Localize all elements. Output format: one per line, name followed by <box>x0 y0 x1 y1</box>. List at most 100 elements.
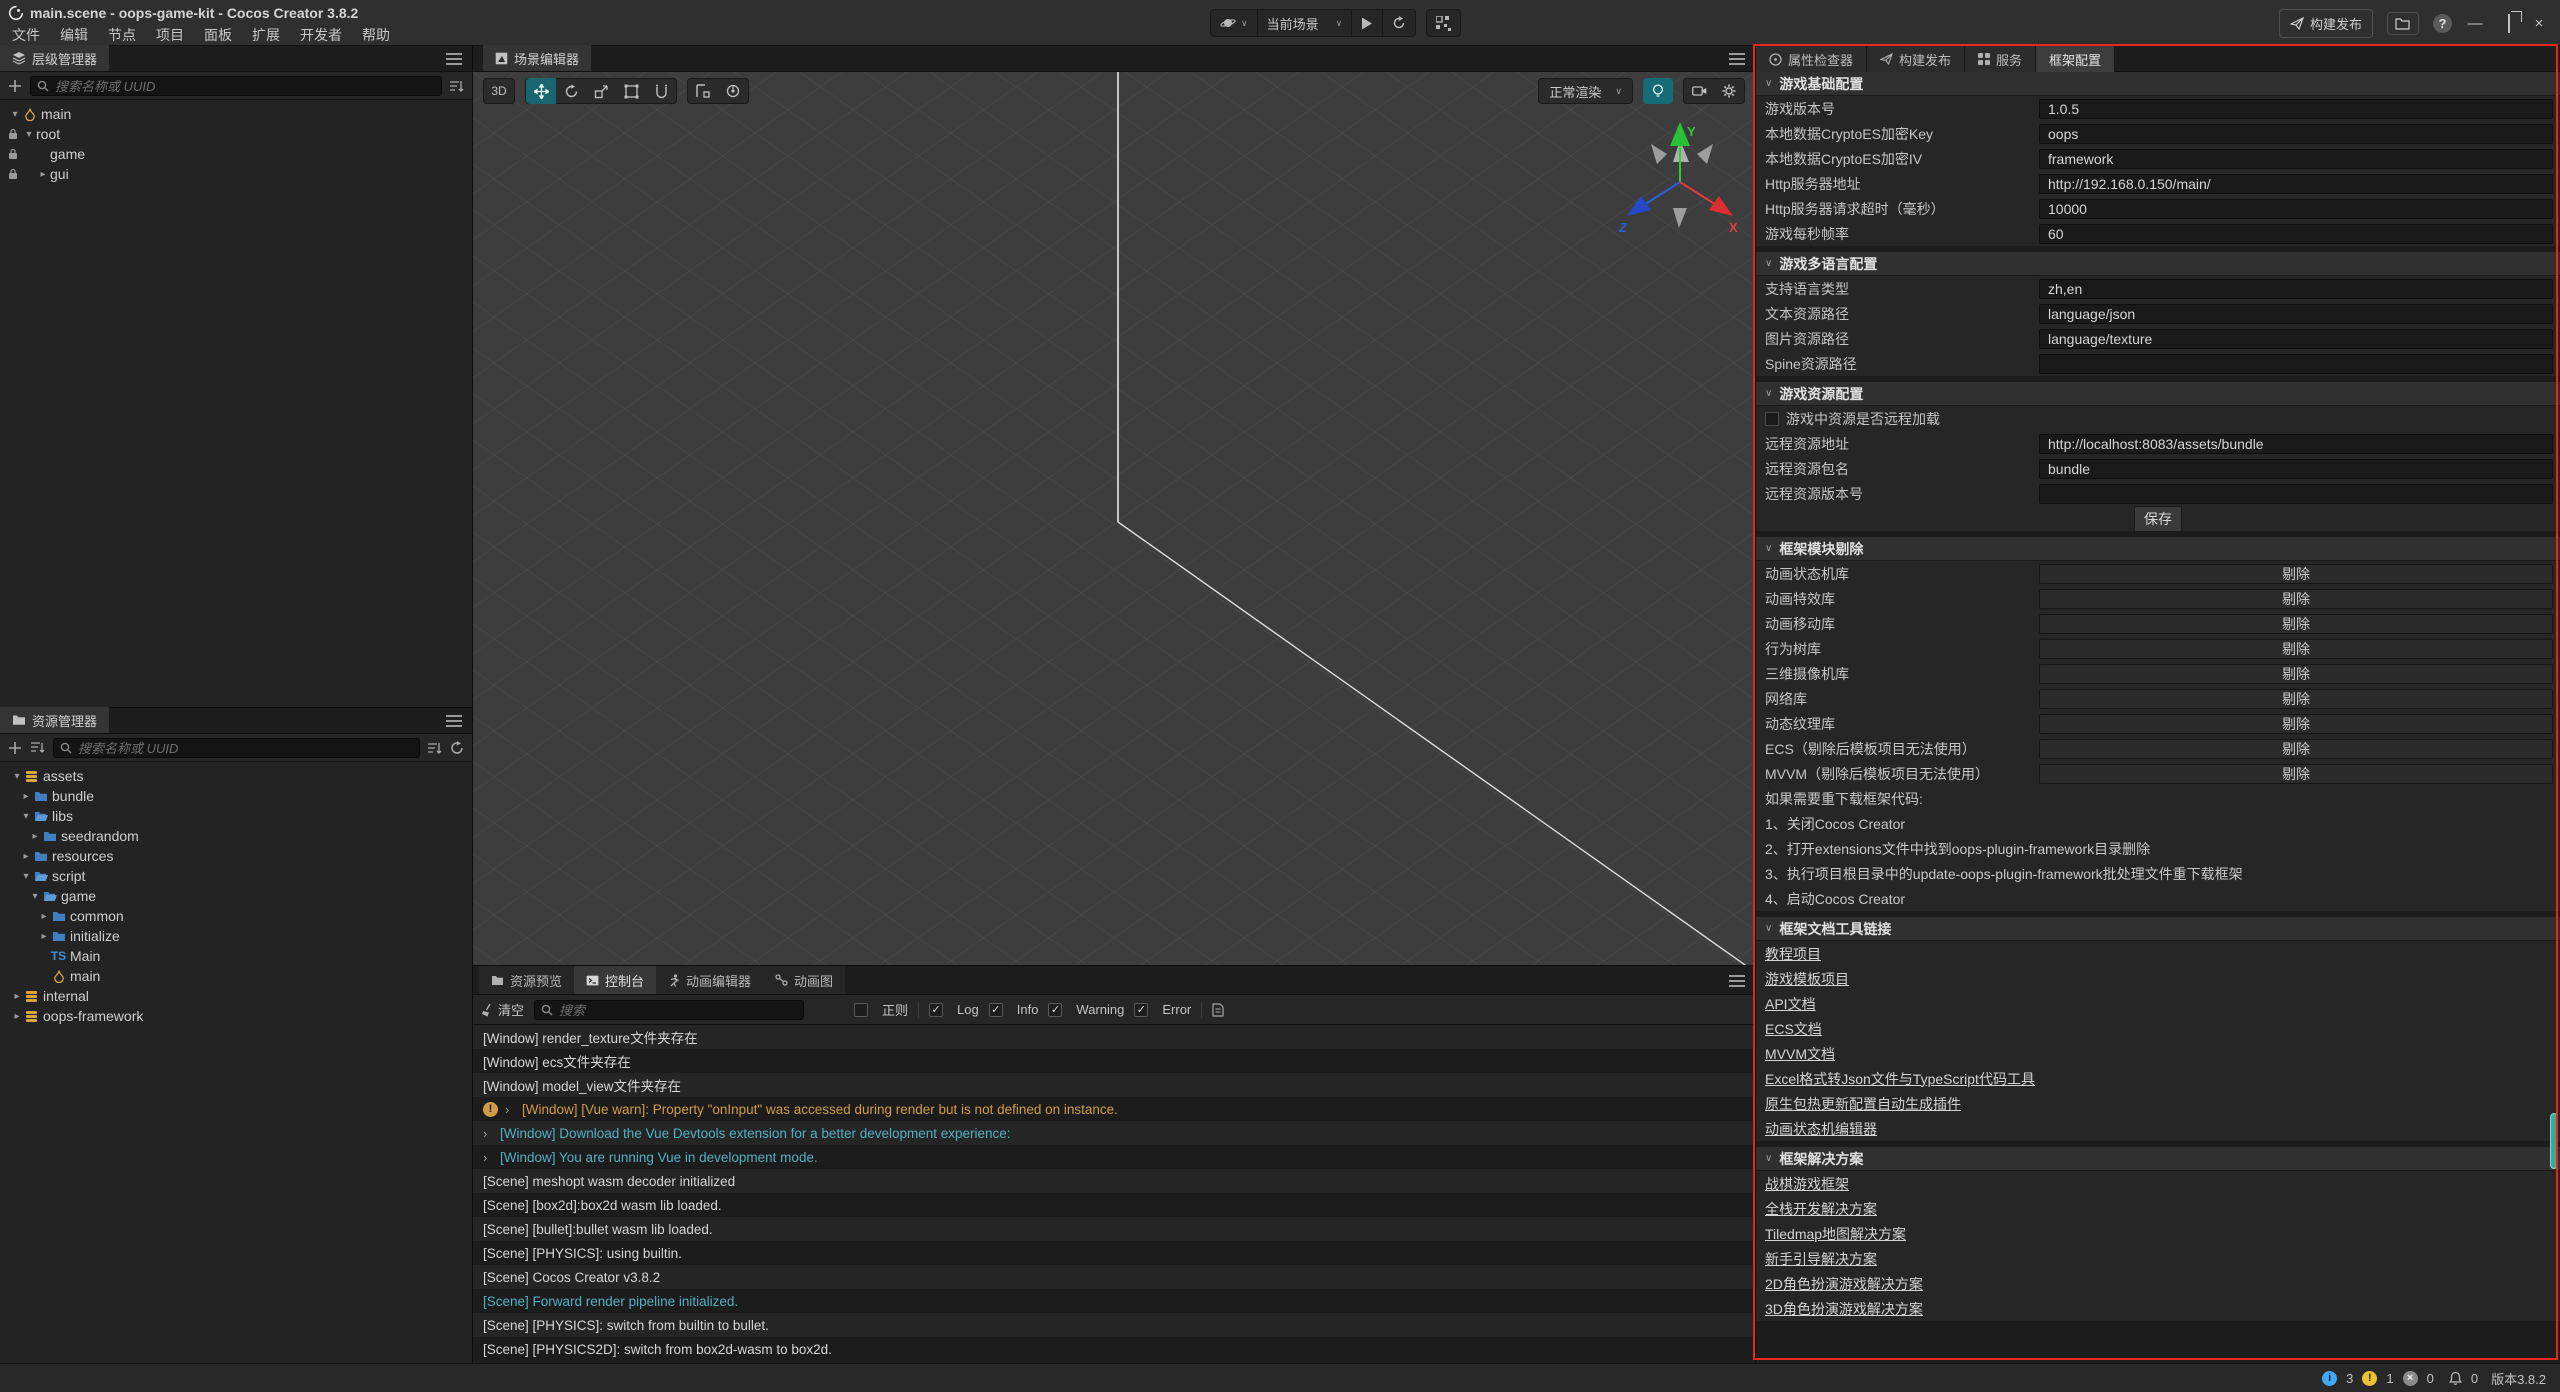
link-tiledmap-solution[interactable]: Tiledmap地图解决方案 <box>1765 1224 1906 1244</box>
asset-node-bundle[interactable]: ▸ bundle <box>0 786 472 806</box>
log-row[interactable]: [Scene] Cocos Creator v3.8.2 <box>473 1265 1755 1289</box>
tab-console[interactable]: 控制台 <box>574 966 656 994</box>
sort-icon[interactable] <box>30 741 45 754</box>
link-2d-rpg-solution[interactable]: 2D角色扮演游戏解决方案 <box>1765 1274 1923 1294</box>
section-header[interactable]: ∨ 游戏资源配置 <box>1756 382 2560 406</box>
assets-menu-icon[interactable] <box>446 715 462 727</box>
trim-dynamic-texture-button[interactable]: 剔除 <box>2039 714 2553 734</box>
scene-settings-gear-icon[interactable] <box>1714 78 1744 104</box>
section-header[interactable]: ∨ 框架文档工具链接 <box>1756 917 2560 941</box>
trim-move-button[interactable]: 剔除 <box>2039 614 2553 634</box>
expand-arrow-icon[interactable]: ▸ <box>36 169 50 180</box>
filter-error-checkbox[interactable] <box>1134 1003 1148 1017</box>
expand-arrow-icon[interactable]: ▾ <box>28 891 42 902</box>
expand-arrow-icon[interactable]: ▾ <box>19 871 33 882</box>
restore-button[interactable] <box>2498 15 2516 32</box>
languages-input[interactable]: zh,en <box>2039 279 2553 299</box>
filter-log-checkbox[interactable] <box>929 1003 943 1017</box>
render-mode-select[interactable]: 正常渲染 ∨ <box>1538 78 1633 104</box>
hierarchy-menu-icon[interactable] <box>446 53 462 65</box>
refresh-icon[interactable] <box>450 741 464 755</box>
expand-arrow-icon[interactable]: ▸ <box>10 991 24 1002</box>
tab-asset-preview[interactable]: 资源预览 <box>479 966 574 994</box>
trim-mvvm-button[interactable]: 剔除 <box>2039 764 2553 784</box>
log-row[interactable]: [Scene] [box2d]:box2d wasm lib loaded. <box>473 1193 1755 1217</box>
add-node-button[interactable] <box>8 79 22 93</box>
menu-panel[interactable]: 面板 <box>200 25 236 45</box>
ui-transform-tool-button[interactable] <box>646 78 676 104</box>
expand-arrow-icon[interactable]: ▸ <box>19 791 33 802</box>
console-log-list[interactable]: [Window] render_texture文件夹存在 [Window] ec… <box>473 1025 1755 1363</box>
tab-assets[interactable]: 资源管理器 <box>0 707 109 733</box>
scene-viewport[interactable]: 3D <box>473 72 1755 965</box>
menu-extension[interactable]: 扩展 <box>248 25 284 45</box>
remote-bundle-input[interactable]: bundle <box>2039 459 2553 479</box>
text-path-input[interactable]: language/json <box>2039 304 2553 324</box>
link-excel-tool[interactable]: Excel格式转Json文件与TypeScript代码工具 <box>1765 1069 2035 1089</box>
tab-hierarchy[interactable]: 层级管理器 <box>0 45 109 71</box>
spine-path-input[interactable] <box>2039 354 2553 374</box>
log-row-info[interactable]: › [Window] Download the Vue Devtools ext… <box>473 1121 1755 1145</box>
link-guide-solution[interactable]: 新手引导解决方案 <box>1765 1249 1877 1269</box>
asset-node-resources[interactable]: ▸ resources <box>0 846 472 866</box>
scene-selector[interactable]: 当前场景 ∨ <box>1258 10 1353 36</box>
link-template-project[interactable]: 游戏模板项目 <box>1765 969 1849 989</box>
trim-animator-button[interactable]: 剔除 <box>2039 564 2553 584</box>
close-button[interactable]: × <box>2530 15 2548 32</box>
asset-node-main-ts[interactable]: TS Main <box>0 946 472 966</box>
asset-node-libs[interactable]: ▾ libs <box>0 806 472 826</box>
crypto-key-input[interactable]: oops <box>2039 124 2553 144</box>
remote-version-input[interactable] <box>2039 484 2553 504</box>
snap-corner-button[interactable] <box>688 78 718 104</box>
build-publish-button[interactable]: 构建发布 <box>2279 9 2373 38</box>
texture-path-input[interactable]: language/texture <box>2039 329 2553 349</box>
info-badge-icon[interactable]: i <box>2322 1371 2337 1386</box>
minimize-button[interactable]: — <box>2466 15 2484 32</box>
asset-node-assets[interactable]: ▾ assets <box>0 766 472 786</box>
link-animator-editor[interactable]: 动画状态机编辑器 <box>1765 1119 1877 1139</box>
menu-help[interactable]: 帮助 <box>358 25 394 45</box>
tab-animation-graph[interactable]: 动画图 <box>763 966 845 994</box>
tab-animation-editor[interactable]: 动画编辑器 <box>656 966 763 994</box>
log-row[interactable]: [Window] model_view文件夹存在 <box>473 1073 1755 1097</box>
link-mvvm-docs[interactable]: MVVM文档 <box>1765 1044 1835 1064</box>
reload-button[interactable] <box>1383 10 1415 36</box>
expand-arrow-icon[interactable]: ▸ <box>19 851 33 862</box>
hierarchy-search-input[interactable]: 搜索名称或 UUID <box>30 76 442 96</box>
expand-log-icon[interactable]: › <box>483 1150 493 1165</box>
inspector-scrollbar-thumb[interactable] <box>2550 1113 2558 1169</box>
expand-arrow-icon[interactable]: ▸ <box>37 911 51 922</box>
expand-arrow-icon[interactable]: ▸ <box>28 831 42 842</box>
asset-node-script[interactable]: ▾ script <box>0 866 472 886</box>
remote-load-checkbox[interactable] <box>1765 412 1779 426</box>
scene-camera-icon[interactable] <box>1684 78 1714 104</box>
link-api-docs[interactable]: API文档 <box>1765 994 1816 1014</box>
qr-preview-button[interactable] <box>1427 10 1460 36</box>
rotate-tool-button[interactable] <box>556 78 586 104</box>
link-ecs-docs[interactable]: ECS文档 <box>1765 1019 1822 1039</box>
trim-camera-button[interactable]: 剔除 <box>2039 664 2553 684</box>
open-project-folder-button[interactable] <box>2387 12 2419 35</box>
link-3d-rpg-solution[interactable]: 3D角色扮演游戏解决方案 <box>1765 1299 1923 1319</box>
link-hotupdate-plugin[interactable]: 原生包热更新配置自动生成插件 <box>1765 1094 1961 1114</box>
asset-node-seedrandom[interactable]: ▸ seedrandom <box>0 826 472 846</box>
menu-file[interactable]: 文件 <box>8 25 44 45</box>
menu-node[interactable]: 节点 <box>104 25 140 45</box>
warning-badge-icon[interactable]: ! <box>2362 1371 2377 1386</box>
hierarchy-node-root[interactable]: ▾ root <box>0 124 472 144</box>
tab-scene-editor[interactable]: 场景编辑器 <box>483 45 591 71</box>
hierarchy-node-main[interactable]: ▾ main <box>0 104 472 124</box>
log-row-info[interactable]: › [Window] You are running Vue in develo… <box>473 1145 1755 1169</box>
orientation-gizmo[interactable]: Y Z X <box>1617 110 1747 240</box>
asset-node-main-scene[interactable]: main <box>0 966 472 986</box>
assets-search-input[interactable]: 搜索名称或 UUID <box>53 738 420 758</box>
tab-property-inspector[interactable]: 属性检查器 <box>1756 46 1867 72</box>
asset-node-game[interactable]: ▾ game <box>0 886 472 906</box>
expand-arrow-icon[interactable]: ▾ <box>8 109 22 120</box>
open-log-file-icon[interactable] <box>1212 1003 1224 1017</box>
console-menu-icon[interactable] <box>1729 975 1745 987</box>
expand-log-icon[interactable]: › <box>505 1102 515 1117</box>
expand-arrow-icon[interactable]: ▸ <box>10 1011 24 1022</box>
section-header[interactable]: ∨ 框架模块剔除 <box>1756 537 2560 561</box>
regex-checkbox[interactable] <box>854 1003 868 1017</box>
